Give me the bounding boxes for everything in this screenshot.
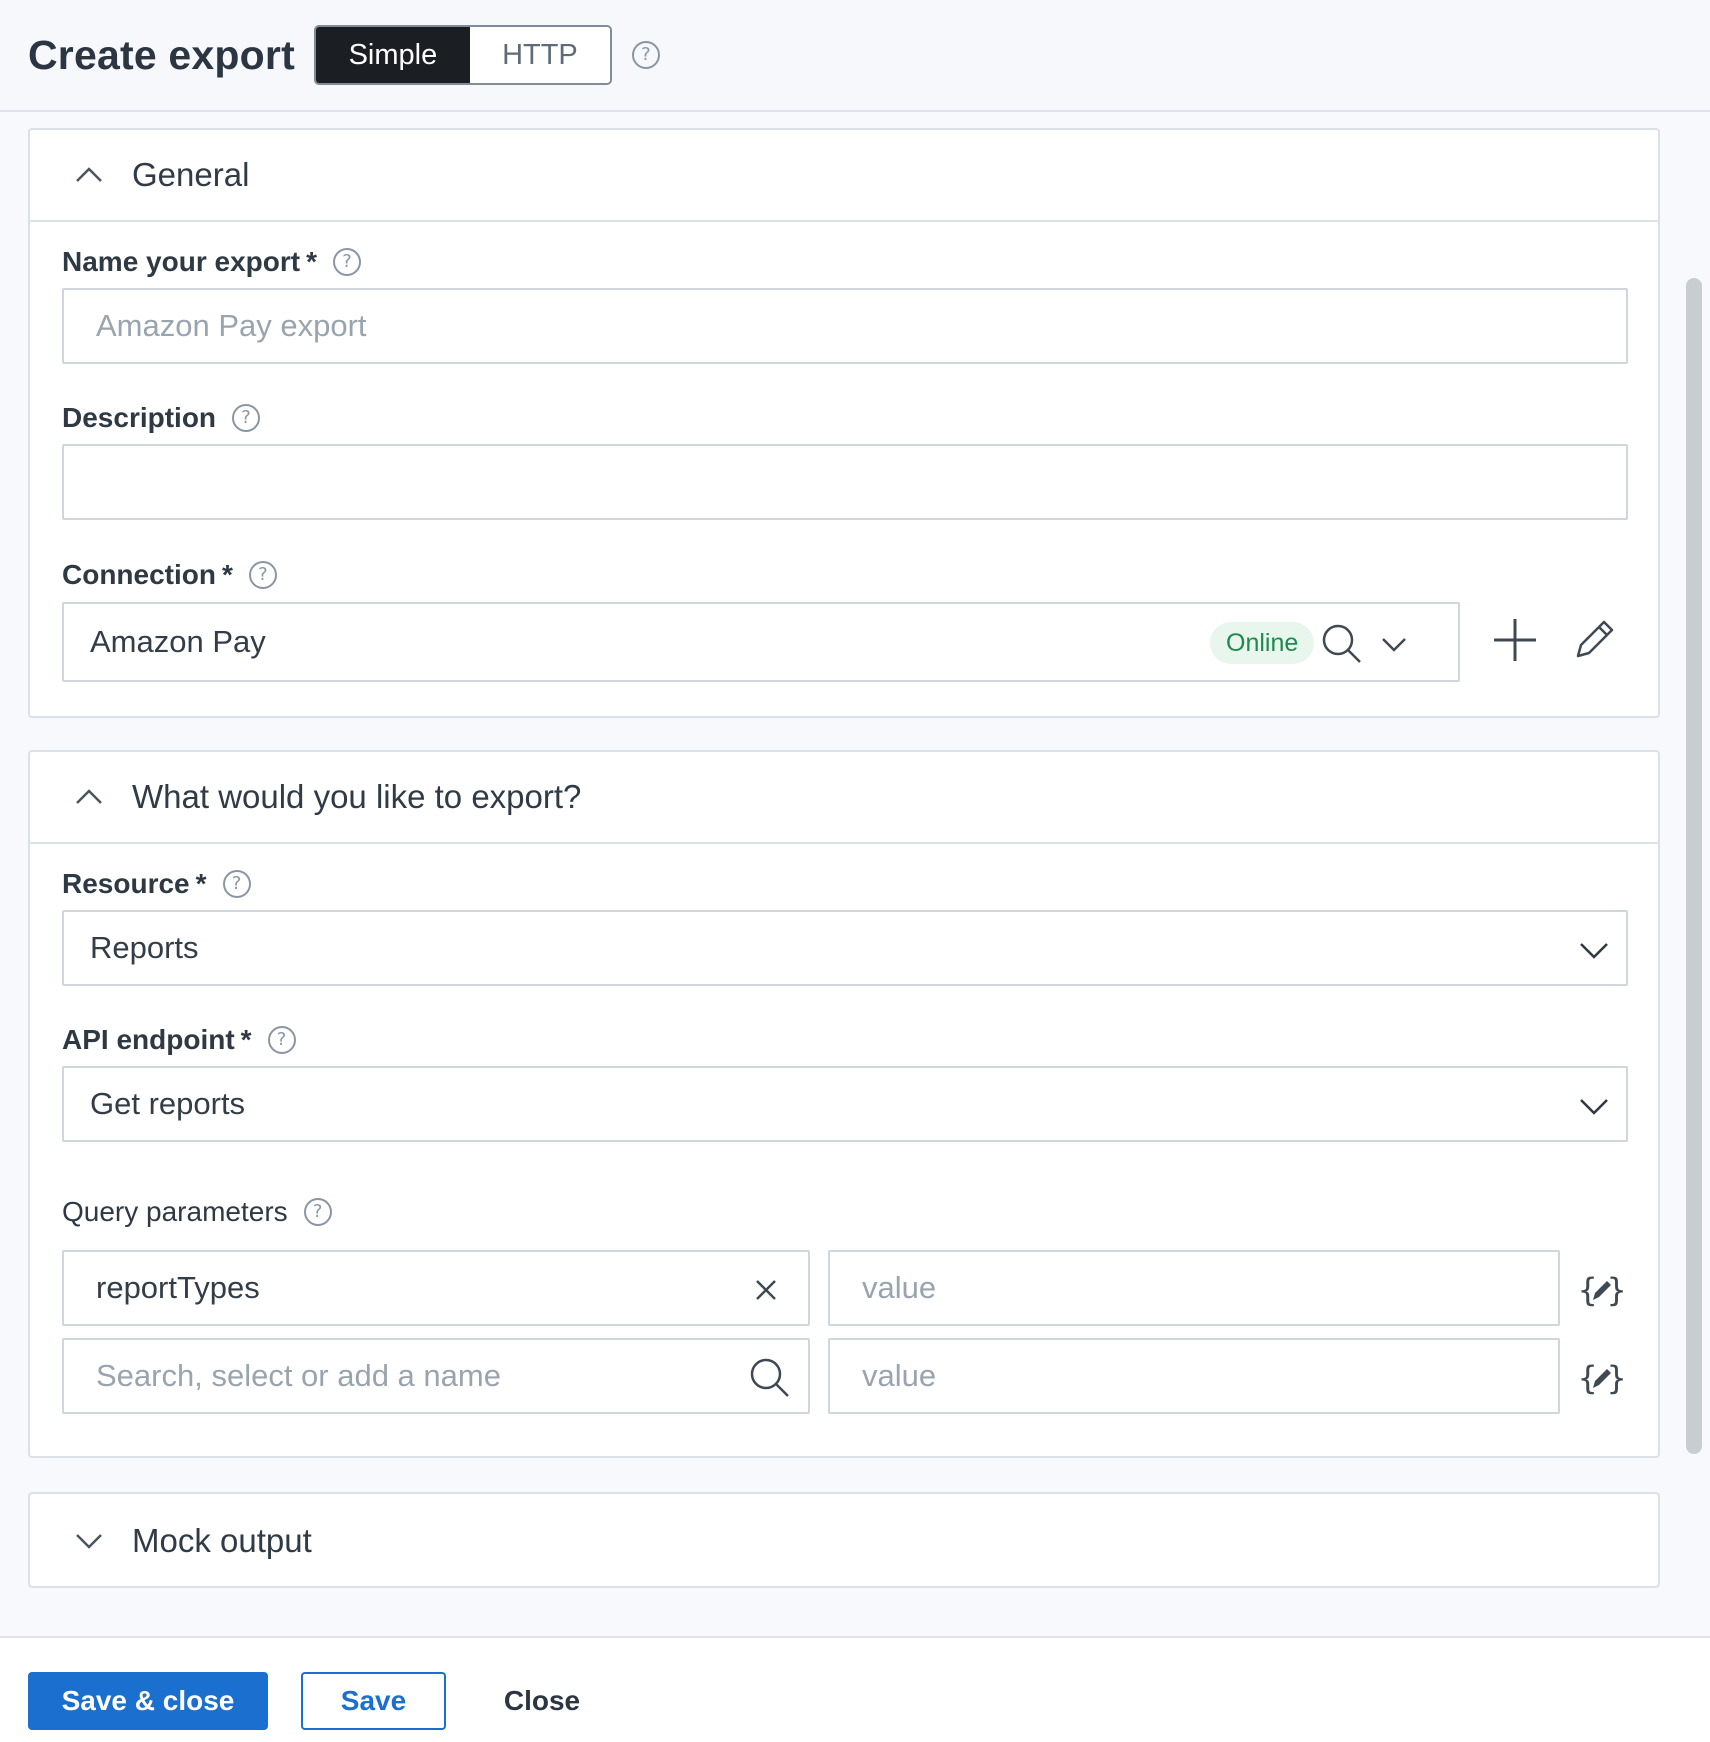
help-icon[interactable]: ? [267,1026,296,1054]
chevron-down-icon[interactable] [1578,934,1610,966]
resource-label: Resource * ? [62,868,251,900]
query-name-value: reportTypes [96,1270,260,1305]
handlebars-editor-icon[interactable]: { } [1578,1358,1626,1398]
name-input[interactable]: Amazon Pay export [62,288,1628,364]
export-panel: What would you like to export? Resource … [28,750,1660,1458]
query-value-input[interactable]: value [828,1250,1560,1326]
svg-text:{: { [1578,1359,1597,1397]
connection-select[interactable]: Amazon Pay Online [62,602,1460,682]
general-section-title: General [132,156,250,193]
description-input[interactable] [62,444,1628,520]
chevron-up-icon [76,789,102,804]
query-name-search-input[interactable]: Search, select or add a name [62,1338,810,1414]
search-icon[interactable] [748,1356,792,1400]
help-icon[interactable]: ? [332,248,361,276]
export-section-title: What would you like to export? [132,778,582,815]
resource-select[interactable]: Reports [62,910,1628,986]
connection-value: Amazon Pay [90,624,266,659]
resource-value: Reports [90,930,199,965]
endpoint-select[interactable]: Get reports [62,1066,1628,1142]
save-button[interactable]: Save [301,1672,446,1730]
help-icon[interactable]: ? [631,41,660,69]
handlebars-editor-icon[interactable]: { } [1578,1270,1626,1310]
general-panel: General Name your export * ? Amazon Pay … [28,128,1660,718]
page-header: Create export Simple HTTP ? [0,0,1710,112]
svg-text:}: } [1607,1359,1626,1397]
online-status-badge: Online [1210,622,1315,664]
toggle-http[interactable]: HTTP [469,27,610,83]
mock-output-header[interactable]: Mock output [30,1494,1658,1588]
mode-toggle: Simple HTTP [313,25,612,85]
chevron-down-icon[interactable] [1380,630,1408,658]
add-connection-icon[interactable] [1492,617,1538,663]
search-icon[interactable] [1320,622,1364,666]
endpoint-value: Get reports [90,1086,246,1121]
query-parameters-label: Query parameters ? [62,1196,332,1228]
help-icon[interactable]: ? [303,1198,332,1226]
mock-output-title: Mock output [132,1522,312,1559]
help-icon[interactable]: ? [248,561,277,589]
chevron-down-icon [76,1534,102,1549]
toggle-simple[interactable]: Simple [315,27,470,83]
connection-label: Connection * ? [62,559,277,591]
svg-text:}: } [1607,1271,1626,1309]
name-input-placeholder: Amazon Pay export [96,308,367,343]
chevron-up-icon [76,167,102,182]
endpoint-label: API endpoint * ? [62,1024,296,1056]
help-icon[interactable]: ? [232,404,261,432]
mock-output-panel: Mock output [28,1492,1660,1588]
description-label: Description ? [62,402,261,434]
save-close-button[interactable]: Save & close [28,1672,268,1730]
close-button[interactable]: Close [480,1672,604,1730]
name-label: Name your export * ? [62,246,361,278]
svg-text:{: { [1578,1271,1597,1309]
scrollbar-thumb[interactable] [1686,278,1702,1454]
general-section-header[interactable]: General [30,130,1658,222]
edit-connection-icon[interactable] [1572,616,1618,662]
query-value-input[interactable]: value [828,1338,1560,1414]
export-section-header[interactable]: What would you like to export? [30,752,1658,844]
help-icon[interactable]: ? [222,870,251,898]
query-name-input[interactable]: reportTypes [62,1250,810,1326]
clear-icon[interactable] [754,1278,778,1302]
footer-bar: Save & close Save Close [0,1636,1710,1742]
page-title: Create export [28,31,295,78]
chevron-down-icon[interactable] [1578,1090,1610,1122]
